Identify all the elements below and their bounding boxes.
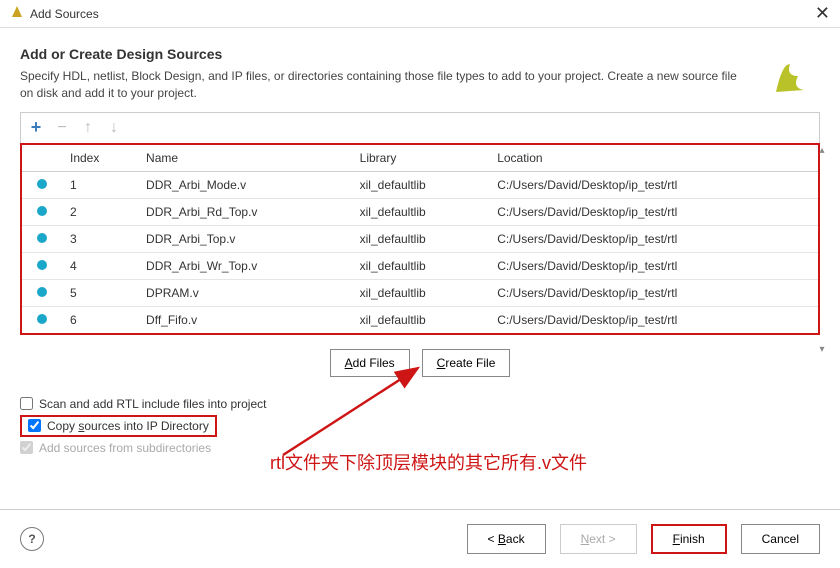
cell-library: xil_defaultlib — [352, 225, 490, 252]
subdir-checkbox — [20, 441, 33, 454]
cell-index: 2 — [62, 198, 138, 225]
page-title: Add or Create Design Sources — [20, 46, 748, 62]
scroll-down-icon[interactable]: ▾ — [819, 344, 824, 355]
scan-checkbox[interactable] — [20, 397, 33, 410]
footer: ? < Back Next > Finish Cancel — [0, 509, 840, 568]
cell-library: xil_defaultlib — [352, 279, 490, 306]
col-name: Name — [138, 145, 352, 172]
cell-location: C:/Users/David/Desktop/ip_test/rtl — [489, 198, 818, 225]
add-files-button[interactable]: Add Files — [330, 349, 410, 377]
scan-label: Scan and add RTL include files into proj… — [39, 397, 266, 411]
copy-checkbox-row[interactable]: Copy sources into IP Directory — [20, 415, 217, 437]
cell-location: C:/Users/David/Desktop/ip_test/rtl — [489, 306, 818, 333]
table-row[interactable]: 6 Dff_Fifo.v xil_defaultlib C:/Users/Dav… — [22, 306, 818, 333]
create-file-button[interactable]: Create File — [422, 349, 511, 377]
cell-location: C:/Users/David/Desktop/ip_test/rtl — [489, 225, 818, 252]
sources-table: Index Name Library Location 1 DDR_Arbi_M… — [20, 143, 820, 335]
cell-library: xil_defaultlib — [352, 198, 490, 225]
cell-index: 3 — [62, 225, 138, 252]
table-header-row: Index Name Library Location — [22, 145, 818, 172]
cancel-button[interactable]: Cancel — [741, 524, 820, 554]
page-description: Specify HDL, netlist, Block Design, and … — [20, 68, 748, 102]
scroll-up-icon[interactable]: ▴ — [819, 145, 824, 156]
scan-checkbox-row[interactable]: Scan and add RTL include files into proj… — [20, 393, 820, 415]
copy-label: Copy sources into IP Directory — [47, 419, 209, 433]
file-status-icon — [37, 179, 47, 189]
scrollbar[interactable]: ▴ ▾ — [814, 145, 830, 355]
table-row[interactable]: 4 DDR_Arbi_Wr_Top.v xil_defaultlib C:/Us… — [22, 252, 818, 279]
cell-library: xil_defaultlib — [352, 306, 490, 333]
cell-name: DPRAM.v — [138, 279, 352, 306]
cell-location: C:/Users/David/Desktop/ip_test/rtl — [489, 252, 818, 279]
add-button[interactable]: + — [25, 117, 47, 139]
cell-index: 1 — [62, 171, 138, 198]
finish-button[interactable]: Finish — [651, 524, 727, 554]
cell-index: 5 — [62, 279, 138, 306]
close-icon[interactable]: ✕ — [815, 3, 830, 24]
col-location: Location — [489, 145, 818, 172]
cell-index: 6 — [62, 306, 138, 333]
back-button[interactable]: < Back — [467, 524, 546, 554]
move-up-button[interactable]: ↑ — [77, 117, 99, 139]
table-toolbar: + − ↑ ↓ — [20, 112, 820, 143]
col-index: Index — [62, 145, 138, 172]
cell-name: DDR_Arbi_Mode.v — [138, 171, 352, 198]
subdir-label: Add sources from subdirectories — [39, 441, 211, 455]
window-title: Add Sources — [30, 7, 99, 21]
cell-name: DDR_Arbi_Wr_Top.v — [138, 252, 352, 279]
cell-index: 4 — [62, 252, 138, 279]
file-status-icon — [37, 206, 47, 216]
move-down-button[interactable]: ↓ — [103, 117, 125, 139]
col-library: Library — [352, 145, 490, 172]
file-status-icon — [37, 233, 47, 243]
cell-name: DDR_Arbi_Top.v — [138, 225, 352, 252]
file-status-icon — [37, 314, 47, 324]
cell-location: C:/Users/David/Desktop/ip_test/rtl — [489, 279, 818, 306]
cell-library: xil_defaultlib — [352, 252, 490, 279]
table-row[interactable]: 5 DPRAM.v xil_defaultlib C:/Users/David/… — [22, 279, 818, 306]
file-status-icon — [37, 287, 47, 297]
app-icon — [10, 5, 24, 22]
table-row[interactable]: 2 DDR_Arbi_Rd_Top.v xil_defaultlib C:/Us… — [22, 198, 818, 225]
copy-checkbox[interactable] — [28, 419, 41, 432]
cell-name: DDR_Arbi_Rd_Top.v — [138, 198, 352, 225]
vivado-logo-icon — [748, 46, 820, 102]
titlebar: Add Sources ✕ — [0, 0, 840, 28]
help-button[interactable]: ? — [20, 527, 44, 551]
remove-button[interactable]: − — [51, 117, 73, 139]
cell-library: xil_defaultlib — [352, 171, 490, 198]
annotation-text: rtl文件夹下除顶层模块的其它所有.v文件 — [270, 449, 587, 475]
cell-location: C:/Users/David/Desktop/ip_test/rtl — [489, 171, 818, 198]
file-status-icon — [37, 260, 47, 270]
next-button: Next > — [560, 524, 637, 554]
table-row[interactable]: 1 DDR_Arbi_Mode.v xil_defaultlib C:/User… — [22, 171, 818, 198]
cell-name: Dff_Fifo.v — [138, 306, 352, 333]
header: Add or Create Design Sources Specify HDL… — [0, 28, 840, 112]
table-row[interactable]: 3 DDR_Arbi_Top.v xil_defaultlib C:/Users… — [22, 225, 818, 252]
